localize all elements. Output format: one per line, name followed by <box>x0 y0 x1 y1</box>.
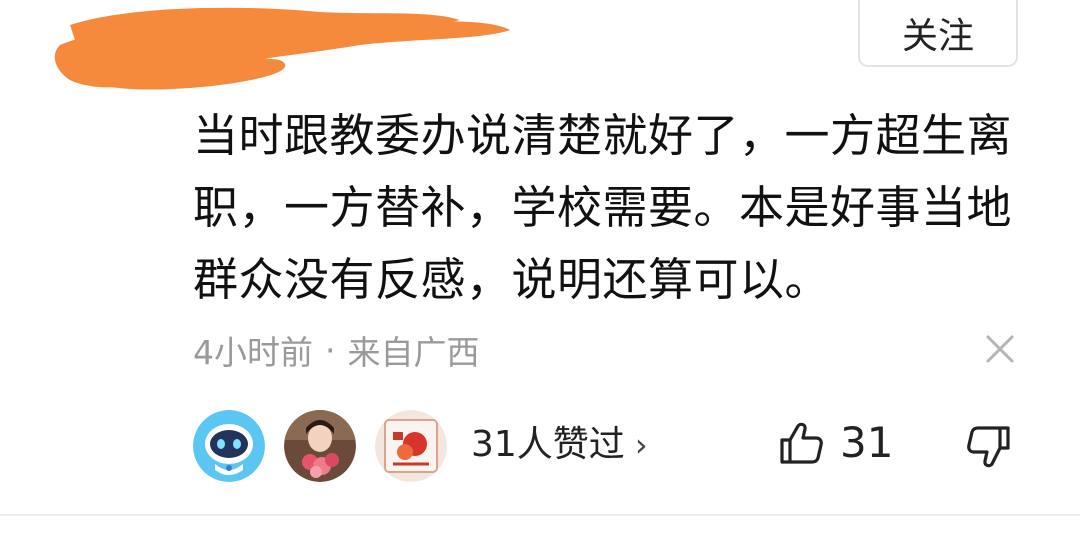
redacted-username <box>54 7 510 90</box>
avatar <box>375 410 447 482</box>
follow-button[interactable]: 关注 <box>858 0 1018 67</box>
chevron-right-icon: › <box>634 426 648 464</box>
close-icon[interactable] <box>984 333 1016 365</box>
comment-text: 当时跟教委办说清楚就好了，一方超生离职，一方替补，学校需要。本是好事当地群众没有… <box>193 109 1013 306</box>
comment-time: 4小时前 <box>193 333 313 372</box>
thumbs-up-icon[interactable] <box>776 418 826 468</box>
likes-summary: 31人赞过 <box>471 424 625 465</box>
meta-separator: · <box>325 330 336 370</box>
divider <box>0 514 1080 516</box>
comment-meta: 4小时前 · 来自广西 <box>193 326 480 374</box>
thumbs-down-icon[interactable] <box>964 422 1014 472</box>
likes-summary-link[interactable]: 31人赞过 › <box>471 420 648 470</box>
like-count: 31 <box>840 418 894 467</box>
comment-location: 来自广西 <box>347 333 480 372</box>
avatar <box>284 410 356 482</box>
avatar <box>193 410 265 482</box>
